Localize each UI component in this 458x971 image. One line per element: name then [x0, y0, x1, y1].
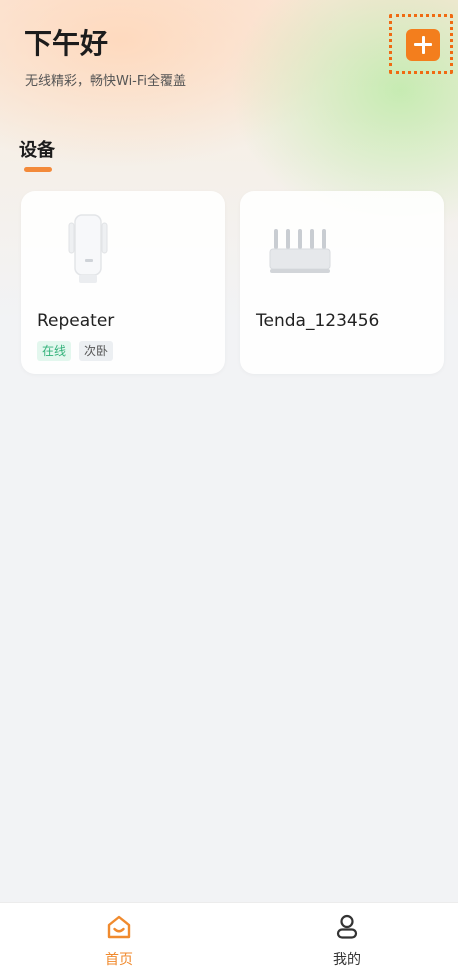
repeater-device-image — [68, 214, 108, 283]
bottom-tab-bar: 首页 我的 — [0, 902, 458, 971]
tab-home[interactable]: 首页 — [59, 903, 179, 971]
add-device-highlight — [389, 14, 453, 74]
router-device-image — [269, 229, 331, 273]
section-title-underline — [24, 167, 52, 172]
greeting-subtitle: 无线精彩，畅快Wi-Fi全覆盖 — [25, 74, 187, 89]
room-badge: 次卧 — [79, 341, 114, 361]
greeting-title: 下午好 — [24, 27, 109, 60]
user-icon — [336, 914, 358, 939]
tab-mine-label: 我的 — [333, 952, 361, 968]
device-card-router[interactable]: Tenda_123456 — [240, 191, 444, 374]
device-card-repeater[interactable]: Repeater 在线 次卧 — [21, 191, 225, 374]
tab-home-label: 首页 — [105, 952, 133, 968]
status-badge: 在线 — [37, 341, 72, 361]
device-name: Tenda_123456 — [256, 311, 380, 331]
home-icon — [107, 915, 131, 939]
device-name: Repeater — [37, 311, 115, 331]
section-title-devices: 设备 — [19, 140, 55, 161]
tab-mine[interactable]: 我的 — [287, 903, 407, 971]
add-device-button[interactable] — [406, 29, 440, 61]
